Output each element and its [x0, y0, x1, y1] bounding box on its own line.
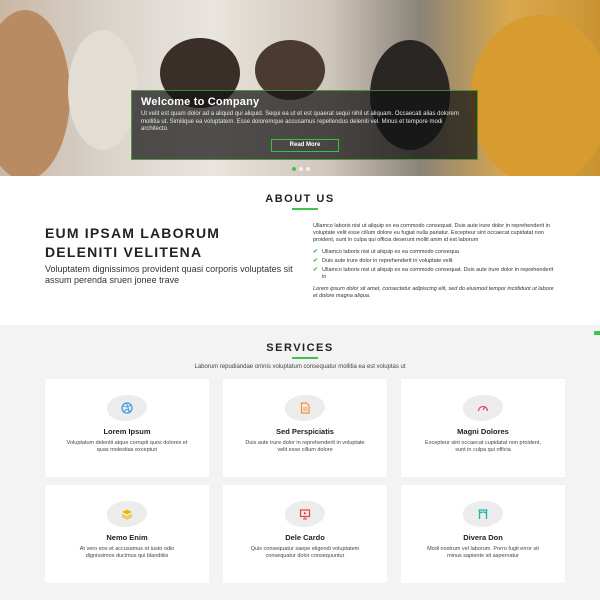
services-heading: SERVICES [266, 342, 334, 354]
hero-title: Welcome to Company [141, 96, 260, 108]
about-heading-underline [292, 208, 318, 210]
services-section: SERVICES Laborum repudiandae omnis volup… [0, 325, 600, 600]
list-item: ✔ Ullamco laboris nisi ut aliquip ex ea c… [313, 249, 459, 255]
service-card-title[interactable]: Divera Don [401, 533, 565, 542]
service-card-divera-don[interactable]: Divera Don Modi nostrum vel laborum. Por… [401, 485, 565, 583]
service-card-text: Excepteur sint occaecat cupidatat non pr… [425, 440, 541, 453]
hero-caption-box: Welcome to Company Ut velit est quam dol… [131, 90, 478, 160]
check-icon: ✔ [313, 249, 319, 255]
layers-icon [121, 509, 133, 520]
arch-icon [478, 509, 488, 519]
service-card-text: Modi nostrum vel laborum. Porro fugit er… [427, 546, 539, 559]
hero-photo-person-6 [470, 15, 600, 176]
hero-photo-person-1 [0, 10, 70, 176]
about-lead-text: Voluptatem dignissimos provident quasi c… [45, 264, 293, 285]
side-scroll-tab[interactable] [594, 331, 600, 335]
service-card-title[interactable]: Dele Cardo [223, 533, 387, 542]
hero-photo-person-2 [68, 30, 138, 150]
service-card-magni-dolores[interactable]: Magni Dolores Excepteur sint occaecat cu… [401, 379, 565, 477]
service-card-dele-cardo[interactable]: Dele Cardo Quis consequatur saepe eligen… [223, 485, 387, 583]
service-card-text: At vero eos et accusamus et iusto odio d… [79, 546, 175, 559]
slideshow-icon [299, 509, 311, 520]
about-check-list: ✔ Ullamco laboris nisi ut aliquip ex ea c… [313, 249, 558, 281]
about-content: Ullamco laboris nisi ut aliquip ex ea co… [313, 223, 558, 300]
service-card-text: Voluptatum deleniti atque corrupti quos … [66, 440, 188, 453]
carousel-dot-3[interactable] [306, 167, 310, 171]
services-subtitle: Laborum repudiandae omnis voluptatum con… [194, 364, 406, 370]
check-icon: ✔ [313, 267, 319, 273]
dribbble-icon [121, 402, 133, 414]
about-italic-text: Lorem ipsum dolor sit amet, consectetur … [313, 286, 554, 299]
service-card-title[interactable]: Nemo Enim [45, 533, 209, 542]
file-icon [300, 402, 310, 414]
check-icon: ✔ [313, 258, 319, 264]
service-card-title[interactable]: Lorem Ipsum [45, 427, 209, 436]
about-big-title: EUM IPSAM LABORUM DELENITI VELITENA [45, 225, 221, 260]
list-item: ✔ Ullamco laboris nisi ut aliquip ex ea c… [313, 267, 554, 280]
service-card-nemo-enim[interactable]: Nemo Enim At vero eos et accusamus et iu… [45, 485, 209, 583]
service-card-lorem-ipsum[interactable]: Lorem Ipsum Voluptatum deleniti atque co… [45, 379, 209, 477]
about-heading: ABOUT US [265, 193, 335, 205]
tachometer-icon [477, 405, 489, 412]
list-item: ✔ Duis aute irure dolor in reprehenderit … [313, 258, 453, 264]
service-card-text: Quis consequatur saepe eligendi voluptat… [250, 546, 360, 559]
carousel-indicators [292, 167, 310, 171]
carousel-dot-2[interactable] [299, 167, 303, 171]
read-more-button[interactable]: Read More [271, 139, 339, 152]
service-card-title[interactable]: Magni Dolores [401, 427, 565, 436]
service-card-text: Duis aute irure dolor in reprehenderit i… [245, 440, 365, 453]
about-paragraph: Ullamco laboris nisi ut aliquip ex ea co… [313, 223, 550, 243]
carousel-dot-1[interactable] [292, 167, 296, 171]
hero-carousel: Welcome to Company Ut velit est quam dol… [0, 0, 600, 176]
service-card-title[interactable]: Sed Perspiciatis [223, 427, 387, 436]
service-card-sed-perspiciatis[interactable]: Sed Perspiciatis Duis aute irure dolor i… [223, 379, 387, 477]
services-heading-underline [292, 357, 318, 359]
hero-text: Ut velit est quam dolor ad a aliquid qui… [141, 111, 459, 132]
